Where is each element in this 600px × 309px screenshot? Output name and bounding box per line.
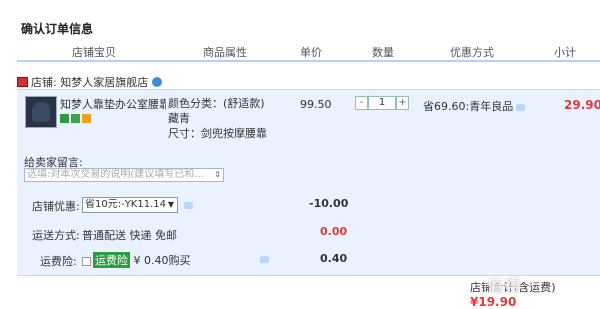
insurance-option: 运费险 ¥ 0.40购买 [82,252,191,268]
attr-size: 尺寸：剑兜按摩腰靠 [168,127,267,140]
qty-input[interactable]: 1 [368,96,396,110]
guarantee-icon [82,113,91,123]
shop-discount-select[interactable]: 省10元:-YK11.14 ▼ [82,197,178,213]
item-subtotal: 29.90 [564,98,600,112]
seven-day-return-icon [60,113,69,123]
product-thumbnail[interactable] [25,96,57,128]
col-item: 店铺宝贝 [72,46,116,59]
col-subtotal: 小计 [554,46,576,59]
chat-icon[interactable] [516,103,526,111]
shop-line: 店铺: 知梦人家居旗舰店 [17,74,163,90]
insurance-value: 0.40 [320,252,348,265]
chevron-down-icon: ▼ [167,200,174,209]
product-name[interactable]: 知梦人靠垫办公室腰靠... [60,96,166,112]
service-icon [71,113,80,123]
shop-discount-value: -10.00 [309,197,349,210]
col-qty: 数量 [372,46,394,59]
total-amount: ¥19.90 [470,295,517,309]
col-attrs: 商品属性 [203,46,247,59]
help-icon[interactable] [260,256,269,263]
page-title: 确认订单信息 [21,22,94,36]
shipping-value: 0.00 [320,225,348,238]
verified-badge-icon [152,77,163,87]
unit-price: 99.50 [300,98,332,111]
promo-label: 省69.60:青年良品 [423,100,514,113]
product-tags [60,111,93,124]
insurance-price: ¥ 0.40购买 [133,254,191,267]
promo-text: 省69.60:青年良品 [423,98,526,114]
shipping-label: 运送方式: [32,229,80,242]
col-promo: 优惠方式 [450,46,494,59]
seller-message-input[interactable]: 选填:对本次交易的说明(建议填写已和... ⇕ [24,168,224,182]
col-price: 单价 [300,46,322,59]
shop-name[interactable]: 店铺: 知梦人家居旗舰店 [31,76,148,89]
watermark: 值得 [487,276,524,295]
insurance-badge: 运费险 [93,252,130,268]
quantity-stepper: -1 + [355,96,409,110]
shop-icon [17,77,28,87]
chat-icon[interactable] [184,202,193,209]
expand-icon[interactable]: ⇕ [214,169,221,181]
shop-discount-label: 店铺优惠: [32,200,80,213]
shipping-method: 普通配送 快递 免邮 [82,229,177,242]
insurance-checkbox[interactable] [82,256,91,266]
product-attrs: 颜色分类：(舒适款)藏青 尺寸：剑兜按摩腰靠 [168,96,273,141]
qty-plus-button[interactable]: + [396,96,409,110]
insurance-label: 运费险: [40,255,77,268]
table-header: 店铺宝贝 商品属性 单价 数量 优惠方式 小计 [17,42,600,62]
attr-color: 颜色分类：(舒适款)藏青 [168,97,265,125]
qty-minus-button[interactable]: - [355,96,368,110]
